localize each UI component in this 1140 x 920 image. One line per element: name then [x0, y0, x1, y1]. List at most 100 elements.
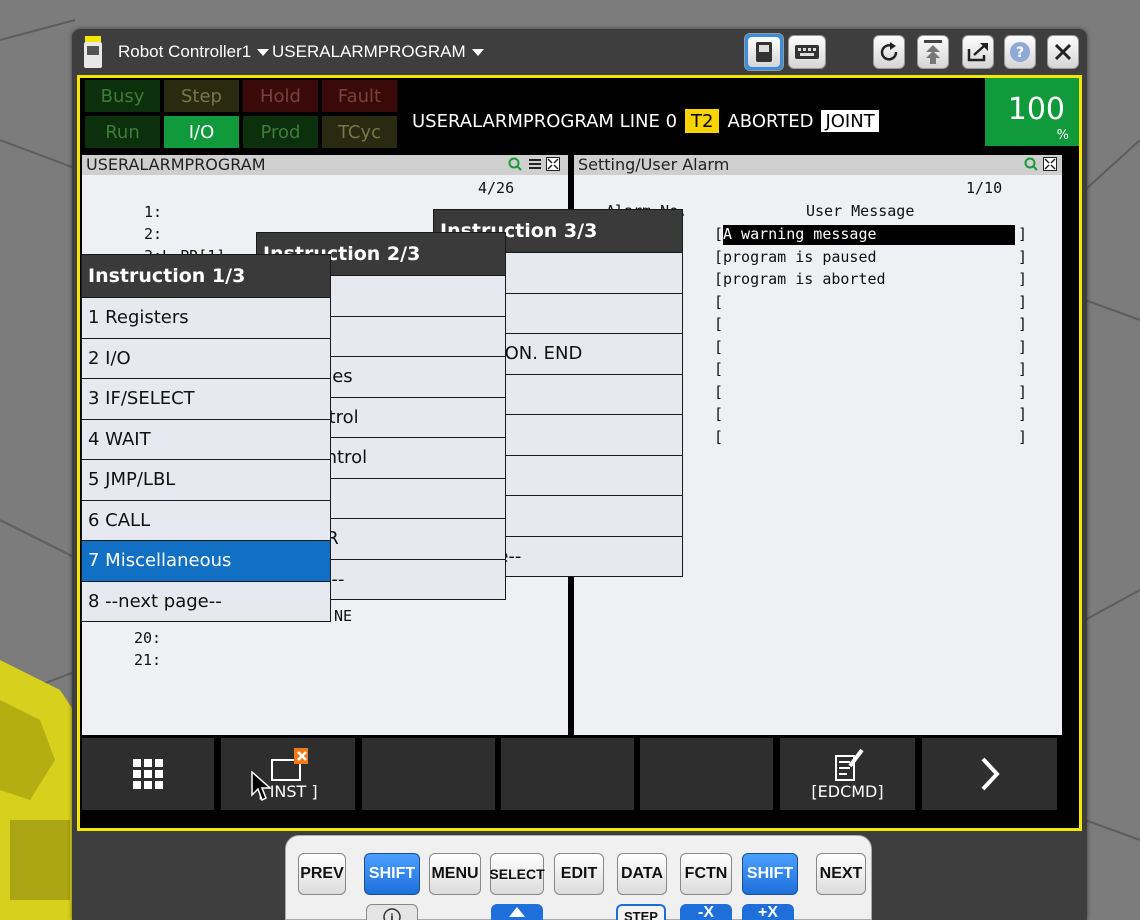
- alarm-row-close-bracket: ]: [1018, 427, 1028, 446]
- menu-item[interactable]: 5 JMP/LBL: [82, 459, 330, 500]
- alarm-position: 1/10: [966, 179, 1003, 197]
- program-line-1[interactable]: 1:: [144, 203, 162, 221]
- alarm-message-field[interactable]: [723, 338, 1015, 358]
- alarm-row-close-bracket: ]: [1018, 292, 1028, 311]
- maximize-icon[interactable]: [1043, 157, 1057, 171]
- fkey-5[interactable]: [640, 738, 773, 810]
- coord-badge: JOINT: [821, 110, 879, 132]
- close-button[interactable]: [1047, 35, 1079, 69]
- mouse-cursor-icon: [251, 771, 271, 802]
- program-name: USERALARMPROGRAM: [272, 42, 466, 61]
- zoom-icon[interactable]: [1024, 157, 1038, 171]
- alarm-row-open-bracket: [: [714, 315, 724, 333]
- program-line-20[interactable]: 20:: [134, 629, 161, 647]
- teach-pendant-window: Robot Controller1 USERALARMPROGRAM ? Bus…: [72, 29, 1087, 920]
- info-icon: i: [383, 908, 401, 920]
- prev-key[interactable]: PREV: [298, 853, 346, 895]
- status-fault: Fault: [322, 80, 397, 112]
- alarm-row-open-bracket: [: [714, 225, 724, 243]
- edit-key[interactable]: EDIT: [554, 853, 604, 895]
- data-key[interactable]: DATA: [617, 853, 667, 895]
- help-icon: ?: [1010, 42, 1030, 62]
- column-user-message: User Message: [806, 202, 915, 220]
- program-selector[interactable]: USERALARMPROGRAM: [272, 42, 484, 62]
- fkey-3[interactable]: [362, 738, 495, 810]
- fkey-main-menu[interactable]: [82, 738, 214, 810]
- alarm-message-field[interactable]: [723, 405, 1015, 425]
- alarm-message-field[interactable]: [723, 315, 1015, 335]
- alarm-row-close-bracket: ]: [1018, 247, 1028, 266]
- mode-badge: T2: [685, 109, 720, 133]
- controller-selector[interactable]: Robot Controller1: [118, 42, 270, 62]
- alarm-message-field[interactable]: A warning message: [723, 225, 1015, 245]
- fkey-4[interactable]: [501, 738, 634, 810]
- menu-title: Instruction 1/3: [82, 255, 330, 297]
- fkey-edcmd[interactable]: [EDCMD]: [780, 738, 915, 810]
- alarm-message-field[interactable]: [723, 360, 1015, 380]
- shift-key-left[interactable]: SHIFT: [364, 853, 420, 895]
- menu-key[interactable]: MENU: [429, 853, 481, 895]
- menu-item[interactable]: 2 I/O: [82, 337, 330, 379]
- alarm-row-open-bracket: [: [714, 360, 724, 378]
- menu-item[interactable]: 7 Miscellaneous: [82, 540, 330, 581]
- menu-item[interactable]: 4 WAIT: [82, 418, 330, 460]
- alarm-message-field[interactable]: [723, 428, 1015, 448]
- export-button[interactable]: [962, 35, 994, 69]
- status-indicators: Busy Step Hold Fault Run I/O Prod TCyc: [85, 80, 403, 150]
- override-unit: %: [1056, 128, 1069, 143]
- zoom-icon[interactable]: [508, 157, 522, 171]
- help-button[interactable]: ?: [1004, 35, 1036, 69]
- shift-key-right[interactable]: SHIFT: [742, 853, 798, 895]
- up-arrow-key[interactable]: [491, 904, 543, 920]
- alarm-message-field[interactable]: [723, 383, 1015, 403]
- menu-lines-icon[interactable]: [528, 157, 542, 171]
- svg-text:?: ?: [1016, 45, 1024, 61]
- step-key[interactable]: STEP: [616, 904, 666, 920]
- alarm-row-open-bracket: [: [714, 292, 724, 311]
- program-line-21[interactable]: 21:: [134, 651, 161, 669]
- menu-item[interactable]: 6 CALL: [82, 499, 330, 541]
- menu-item[interactable]: 8 --next page--: [82, 580, 330, 622]
- edit-command-icon: [834, 748, 864, 781]
- refresh-button[interactable]: [873, 35, 905, 69]
- status-run: Run: [85, 116, 160, 148]
- maximize-icon[interactable]: [546, 157, 560, 171]
- menu-item[interactable]: 1 Registers: [82, 297, 330, 338]
- program-pane-header: USERALARMPROGRAM: [82, 155, 568, 175]
- fkey-next[interactable]: [922, 738, 1057, 810]
- minus-x-key[interactable]: -X: [680, 904, 732, 920]
- title-bar: Robot Controller1 USERALARMPROGRAM ?: [72, 29, 1087, 75]
- program-line-19-fragment[interactable]: NE: [334, 607, 352, 625]
- next-key[interactable]: NEXT: [816, 853, 866, 895]
- alarm-message-field[interactable]: program is paused: [723, 248, 1015, 268]
- alarm-row-open-bracket: [: [714, 427, 724, 446]
- speed-override[interactable]: 100 %: [985, 78, 1079, 146]
- program-pane-title: USERALARMPROGRAM: [86, 155, 266, 174]
- alarm-message-field[interactable]: program is aborted: [723, 270, 1015, 290]
- fkey-inst[interactable]: [ INST ]: [221, 738, 355, 810]
- status-tcyc: TCyc: [322, 116, 397, 148]
- keyboard-button[interactable]: [788, 35, 826, 69]
- alarm-row-close-bracket: ]: [1018, 360, 1028, 378]
- alarm-pane-title: Setting/User Alarm: [578, 155, 730, 174]
- program-line-text: USERALARMPROGRAM LINE 0: [412, 110, 678, 132]
- arrow-up-icon: [509, 907, 525, 917]
- menu-item[interactable]: 3 IF/SELECT: [82, 378, 330, 419]
- select-key[interactable]: SELECT: [489, 853, 545, 895]
- fctn-key[interactable]: FCTN: [680, 853, 732, 895]
- fkey-edcmd-label: [EDCMD]: [811, 781, 884, 801]
- alarm-row-close-bracket: ]: [1018, 405, 1028, 423]
- info-key[interactable]: i: [366, 904, 418, 920]
- alarm-row-open-bracket: [: [714, 405, 724, 423]
- status-busy: Busy: [85, 80, 160, 112]
- jog-menu-button[interactable]: [917, 35, 949, 69]
- plus-x-key[interactable]: +X: [742, 904, 794, 920]
- alarm-pane-header: Setting/User Alarm: [574, 155, 1062, 175]
- alarm-message-field[interactable]: [723, 293, 1015, 313]
- alarm-row-close-bracket: ]: [1018, 337, 1028, 356]
- run-state: ABORTED: [727, 110, 814, 132]
- close-icon: [1054, 43, 1072, 61]
- pendant-view-button[interactable]: [744, 33, 784, 71]
- chevron-down-icon: [471, 48, 484, 56]
- program-line-2[interactable]: 2:: [144, 225, 162, 243]
